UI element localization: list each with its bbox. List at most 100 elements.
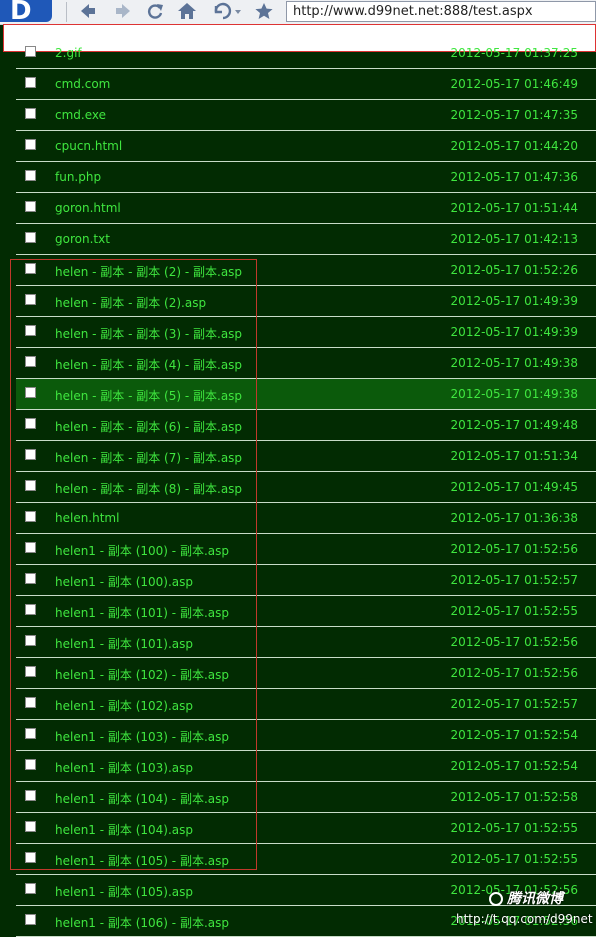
file-checkbox[interactable] [25,542,36,553]
file-checkbox[interactable] [25,790,36,801]
file-name-link[interactable]: helen - 副本 - 副本 (4) - 副本.asp [55,356,242,373]
address-bar[interactable]: http://www.d99net.net:888/test.aspx [286,1,596,22]
file-name-link[interactable]: helen1 - 副本 (104) - 副本.asp [55,790,229,807]
file-name-link[interactable]: helen - 副本 - 副本 (5) - 副本.asp [55,387,242,404]
logo-letter: D [10,0,32,26]
file-date: 2012-05-17 01:52:55 [450,852,578,866]
file-date: 2012-05-17 01:52:56 [450,542,578,556]
file-row: goron.html 2012-05-17 01:51:44 [16,193,596,224]
file-checkbox[interactable] [25,418,36,429]
favorites-button[interactable] [251,0,277,22]
file-checkbox[interactable] [25,387,36,398]
file-date: 2012-05-17 01:46:49 [450,77,578,91]
file-date: 2012-05-17 01:49:39 [450,325,578,339]
file-checkbox[interactable] [25,728,36,739]
file-name-link[interactable]: cmd.exe [55,108,106,122]
file-date: 2012-05-17 01:52:54 [450,759,578,773]
file-checkbox[interactable] [25,759,36,770]
file-date: 2012-05-17 01:52:56 [450,635,578,649]
file-checkbox[interactable] [25,883,36,894]
file-checkbox[interactable] [25,263,36,274]
file-name-link[interactable]: helen1 - 副本 (100) - 副本.asp [55,542,229,559]
file-checkbox[interactable] [25,201,36,212]
file-checkbox[interactable] [25,449,36,460]
file-row: helen1 - 副本 (101).asp 2012-05-17 01:52:56 [16,627,596,658]
file-name-link[interactable]: helen1 - 副本 (103).asp [55,759,193,776]
file-date: 2012-05-17 01:49:48 [450,418,578,432]
file-row: goron.txt 2012-05-17 01:42:13 [16,224,596,255]
file-name-link[interactable]: fun.php [55,170,101,184]
file-checkbox[interactable] [25,852,36,863]
file-name-link[interactable]: helen - 副本 - 副本 (2).asp [55,294,206,311]
file-name-link[interactable]: helen1 - 副本 (106) - 副本.asp [55,914,229,931]
file-row: helen1 - 副本 (104).asp 2012-05-17 01:52:55 [16,813,596,844]
file-row: helen1 - 副本 (100).asp 2012-05-17 01:52:57 [16,565,596,596]
refresh-button[interactable] [142,0,168,22]
file-name-link[interactable]: goron.html [55,201,121,215]
file-row: helen1 - 副本 (105) - 副本.asp 2012-05-17 01:… [16,844,596,875]
file-name-link[interactable]: helen - 副本 - 副本 (2) - 副本.asp [55,263,242,280]
file-checkbox[interactable] [25,480,36,491]
history-button[interactable] [208,0,244,22]
file-name-link[interactable]: helen - 副本 - 副本 (8) - 副本.asp [55,480,242,497]
file-row: helen - 副本 - 副本 (2) - 副本.asp 2012-05-17 0… [16,255,596,286]
file-checkbox[interactable] [25,232,36,243]
file-row: 2.gif 2012-05-17 01:37:25 [16,38,596,69]
file-checkbox[interactable] [25,46,36,57]
file-row: helen - 副本 - 副本 (2).asp 2012-05-17 01:49:… [16,286,596,317]
file-date: 2012-05-17 01:51:34 [450,449,578,463]
file-name-link[interactable]: helen - 副本 - 副本 (6) - 副本.asp [55,418,242,435]
file-checkbox[interactable] [25,77,36,88]
file-date: 2012-05-17 01:52:55 [450,821,578,835]
file-checkbox[interactable] [25,325,36,336]
file-name-link[interactable]: helen.html [55,511,119,525]
file-name-link[interactable]: helen1 - 副本 (104).asp [55,821,193,838]
watermark-url: http://t.qq.com/d99net [456,912,593,926]
file-checkbox[interactable] [25,170,36,181]
file-checkbox[interactable] [25,511,36,522]
file-name-link[interactable]: cmd.com [55,77,110,91]
file-date: 2012-05-17 01:37:25 [450,46,578,60]
file-name-link[interactable]: helen1 - 副本 (101).asp [55,635,193,652]
file-row: helen1 - 副本 (100) - 副本.asp 2012-05-17 01:… [16,534,596,565]
file-name-link[interactable]: helen1 - 副本 (102) - 副本.asp [55,666,229,683]
file-checkbox[interactable] [25,914,36,925]
file-name-link[interactable]: goron.txt [55,232,110,246]
back-button[interactable] [75,0,101,22]
file-checkbox[interactable] [25,294,36,305]
browser-logo[interactable]: D [0,0,52,26]
file-row: helen1 - 副本 (104) - 副本.asp 2012-05-17 01:… [16,782,596,813]
file-checkbox[interactable] [25,108,36,119]
file-checkbox[interactable] [25,821,36,832]
forward-button[interactable] [110,0,136,22]
file-checkbox[interactable] [25,604,36,615]
file-date: 2012-05-17 01:49:39 [450,294,578,308]
file-row: helen - 副本 - 副本 (5) - 副本.asp 2012-05-17 0… [16,379,596,410]
file-name-link[interactable]: helen1 - 副本 (105) - 副本.asp [55,852,229,869]
watermark-brand-text: 腾讯微博 [507,891,563,907]
file-name-link[interactable]: helen1 - 副本 (101) - 副本.asp [55,604,229,621]
file-checkbox[interactable] [25,139,36,150]
file-checkbox[interactable] [25,356,36,367]
file-row: helen1 - 副本 (101) - 副本.asp 2012-05-17 01:… [16,596,596,627]
file-name-link[interactable]: helen1 - 副本 (105).asp [55,883,193,900]
browser-toolbar: D http://www.d99net.net:888/test.aspx [0,0,596,26]
file-name-link[interactable]: helen1 - 副本 (102).asp [55,697,193,714]
undo-history-icon [214,2,241,20]
file-date: 2012-05-17 01:52:26 [450,263,578,277]
file-name-link[interactable]: helen - 副本 - 副本 (7) - 副本.asp [55,449,242,466]
file-checkbox[interactable] [25,697,36,708]
file-name-link[interactable]: helen - 副本 - 副本 (3) - 副本.asp [55,325,242,342]
file-row: cmd.exe 2012-05-17 01:47:35 [16,100,596,131]
file-checkbox[interactable] [25,635,36,646]
home-button[interactable] [174,0,200,22]
file-checkbox[interactable] [25,666,36,677]
file-name-link[interactable]: cpucn.html [55,139,122,153]
file-row: helen1 - 副本 (102).asp 2012-05-17 01:52:57 [16,689,596,720]
file-checkbox[interactable] [25,573,36,584]
file-date: 2012-05-17 01:47:35 [450,108,578,122]
file-name-link[interactable]: helen1 - 副本 (103) - 副本.asp [55,728,229,745]
file-name-link[interactable]: helen1 - 副本 (100).asp [55,573,193,590]
file-name-link[interactable]: 2.gif [55,46,82,60]
home-icon [178,3,196,19]
